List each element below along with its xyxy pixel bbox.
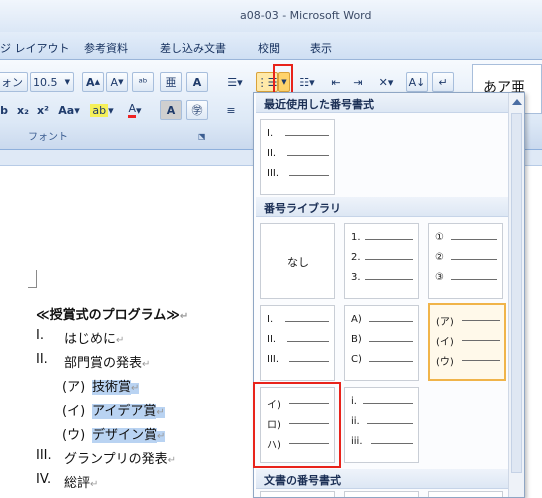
section-library: 番号ライブラリ: [256, 197, 508, 217]
scroll-up-icon[interactable]: [512, 99, 522, 105]
list-item: (ア) 技術賞↵: [62, 380, 140, 395]
char-border-icon[interactable]: A: [186, 72, 208, 92]
list-item: II. 部門賞の発表↵: [36, 352, 151, 371]
align-left-icon[interactable]: ≡: [220, 100, 242, 120]
font-color-icon[interactable]: A ▾: [122, 100, 148, 120]
numbering-option-recent[interactable]: I. II. III.: [260, 119, 335, 195]
list-item: IV. 総評↵: [36, 472, 99, 491]
numbering-gallery: 最近使用した番号書式 I. II. III. 番号ライブラリ なし 1. 2. …: [253, 92, 525, 498]
enclose-char-icon[interactable]: ㊫: [186, 100, 208, 120]
asian-layout-icon[interactable]: ✕▾: [372, 72, 400, 92]
numbering-option-lower-roman[interactable]: i. ii. iii.: [344, 387, 419, 463]
font-name: ォン: [1, 76, 23, 89]
chevron-down-icon: ▼: [64, 78, 70, 86]
clear-format-icon[interactable]: ᵃᵇ: [132, 72, 154, 92]
ribbon-tabs: ジ レイアウト 参考資料 差し込み文書 校閲 表示: [0, 32, 542, 60]
numbering-option-alpha[interactable]: A) B) C): [344, 305, 419, 381]
group-label-font: フォント: [28, 132, 68, 143]
decrease-indent-icon[interactable]: ⇤: [326, 72, 346, 92]
tab-page-layout[interactable]: ジ レイアウト: [0, 40, 70, 56]
list-item: (イ) アイデア賞↵: [62, 404, 165, 419]
tab-references[interactable]: 参考資料: [84, 40, 128, 56]
subscript-icon[interactable]: x₂: [14, 100, 32, 120]
shrink-font-icon[interactable]: A ▼: [106, 72, 128, 92]
font-size-box[interactable]: 10.5 ▼: [30, 72, 74, 92]
tab-mailings[interactable]: 差し込み文書: [160, 40, 226, 56]
grow-font-icon[interactable]: A ▲: [82, 72, 104, 92]
bullets-icon[interactable]: ☰▾: [220, 72, 250, 92]
title-bar: a08-03 - Microsoft Word: [0, 0, 542, 32]
tab-review[interactable]: 校閲: [258, 40, 280, 56]
gallery-scrollbar[interactable]: [508, 93, 524, 497]
numbering-option-document[interactable]: [428, 491, 503, 497]
document-heading: ≪授賞式のプログラム≫↵: [36, 308, 189, 323]
numbering-option-document[interactable]: [344, 491, 419, 497]
numbering-option-arabic[interactable]: 1. 2. 3.: [344, 223, 419, 299]
numbering-option-iroha[interactable]: イ) ロ) ハ): [260, 387, 335, 463]
scroll-thumb[interactable]: [511, 113, 522, 473]
margin-marker: [28, 270, 37, 288]
superscript-icon[interactable]: x²: [34, 100, 52, 120]
multilevel-list-icon[interactable]: ☷▾: [294, 72, 320, 92]
strikethrough-icon[interactable]: b: [0, 100, 12, 120]
increase-indent-icon[interactable]: ⇥: [348, 72, 368, 92]
numbering-option-none[interactable]: なし: [260, 223, 335, 299]
numbering-icon[interactable]: ⋮☰: [256, 72, 278, 92]
section-document: 文書の番号書式: [256, 469, 508, 489]
change-case-icon[interactable]: Aa▾: [56, 100, 82, 120]
section-recent: 最近使用した番号書式: [256, 93, 508, 113]
numbering-option-circled[interactable]: ① ② ③: [428, 223, 503, 299]
list-item: III. グランプリの発表↵: [36, 448, 177, 467]
phonetic-guide-icon[interactable]: 亜: [160, 72, 182, 92]
numbering-option-document[interactable]: [260, 491, 335, 497]
show-marks-icon[interactable]: ↵: [432, 72, 454, 92]
list-item: I. はじめに↵: [36, 328, 125, 347]
sort-icon[interactable]: A↓: [406, 72, 428, 92]
highlight-icon[interactable]: ab ▾: [88, 100, 116, 120]
numbering-dropdown-arrow[interactable]: ▼: [278, 72, 290, 92]
font-size: 10.5: [33, 75, 58, 89]
list-item: (ウ) デザイン賞↵: [62, 428, 166, 443]
font-name-box[interactable]: ォン: [0, 72, 28, 92]
window-title: a08-03 - Microsoft Word: [240, 9, 372, 22]
numbering-option-katakana[interactable]: (ア) (イ) (ウ): [428, 303, 506, 381]
numbering-option-roman[interactable]: I. II. III.: [260, 305, 335, 381]
dialog-launcher-icon[interactable]: ⬔: [198, 132, 206, 141]
char-shading-icon[interactable]: A: [160, 100, 182, 120]
tab-view[interactable]: 表示: [310, 40, 332, 56]
